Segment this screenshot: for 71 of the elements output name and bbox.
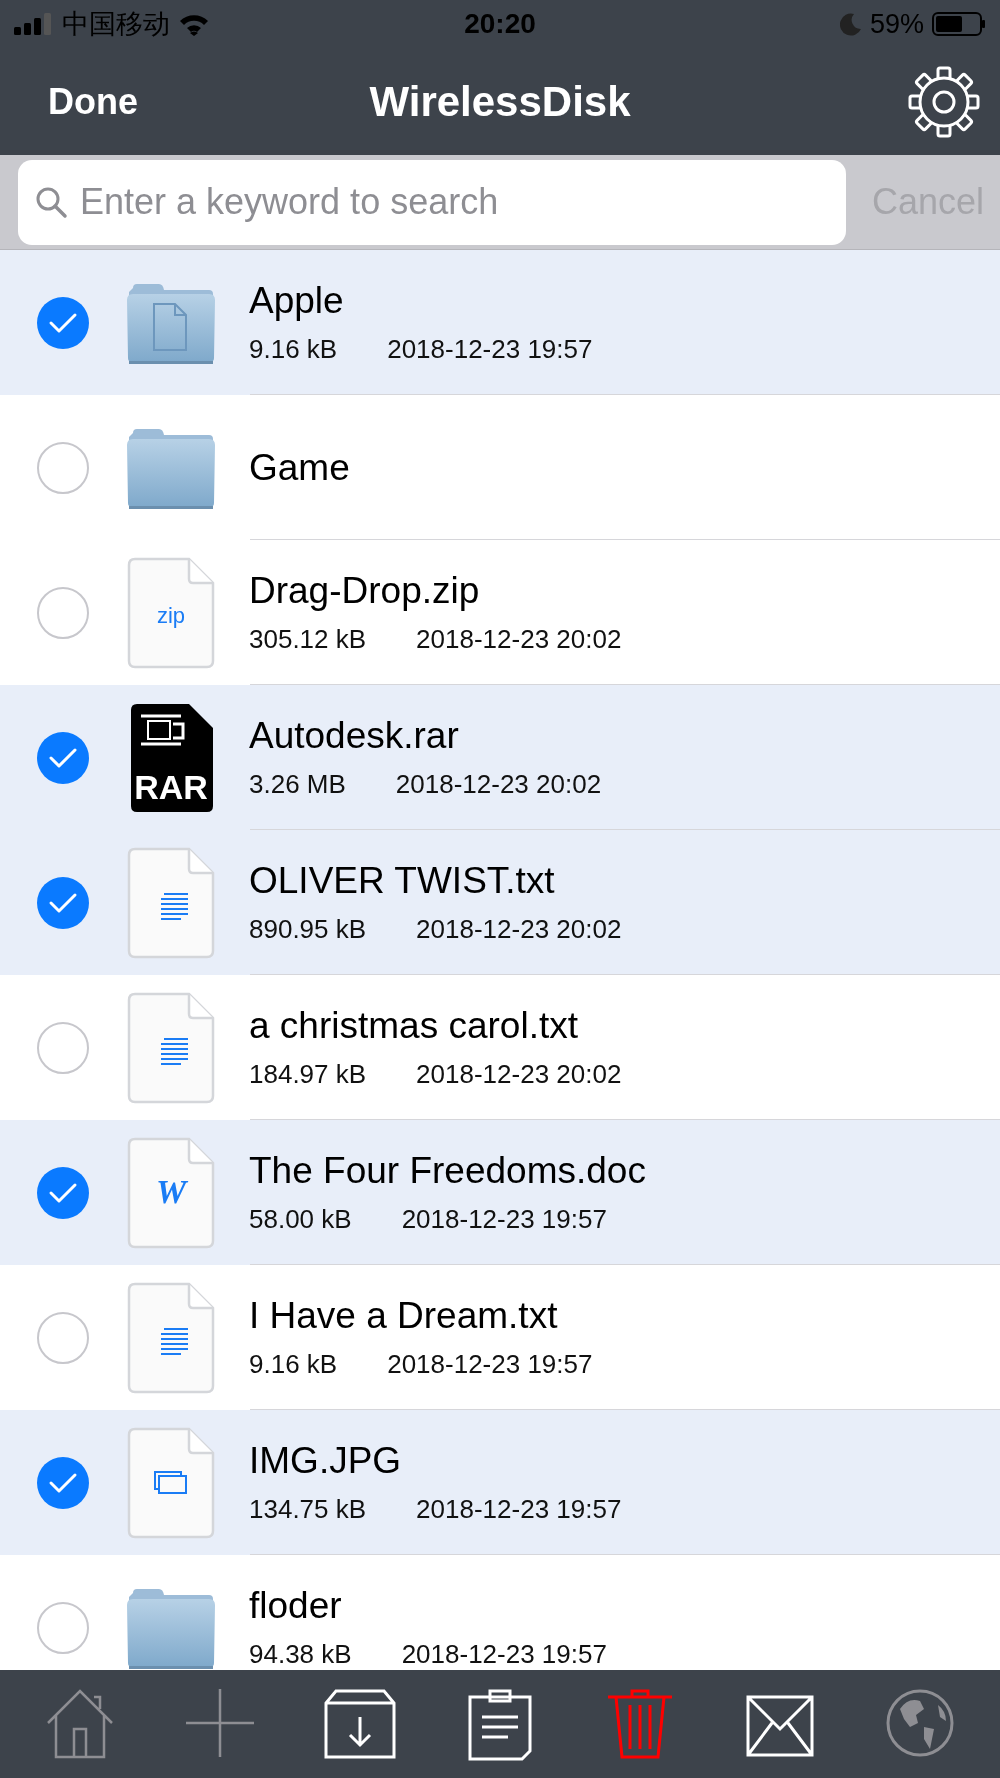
file-date: 2018-12-23 19:57	[387, 1349, 593, 1380]
file-name: The Four Freedoms.doc	[249, 1150, 646, 1192]
file-date: 2018-12-23 19:57	[387, 334, 593, 365]
file-size: 58.00 kB	[249, 1204, 352, 1235]
file-size: 890.95 kB	[249, 914, 367, 945]
file-date: 2018-12-23 19:57	[416, 1494, 622, 1525]
file-row[interactable]: W The Four Freedoms.doc 58.00 kB 2018-12-23 19:57	[0, 1120, 1000, 1265]
folder-icon	[125, 1586, 217, 1669]
file-date: 2018-12-23 20:02	[416, 914, 622, 945]
text-document-icon	[127, 1281, 215, 1394]
text-document-icon	[127, 846, 215, 959]
file-name: Game	[249, 446, 350, 489]
file-name: floder	[249, 1585, 343, 1627]
file-row[interactable]: Game	[0, 395, 1000, 540]
file-row[interactable]: a christmas carol.txt 184.97 kB 2018-12-23 20:02	[0, 975, 1000, 1120]
wifi-icon	[178, 12, 210, 36]
file-size: 9.16 kB	[249, 334, 338, 365]
file-name: OLIVER TWIST.txt	[249, 860, 556, 902]
select-checkbox[interactable]	[37, 876, 89, 929]
moon-icon	[839, 12, 862, 36]
battery-icon	[932, 11, 986, 37]
select-checkbox[interactable]	[37, 441, 89, 494]
file-name: Autodesk.rar	[249, 715, 460, 757]
file-name: a christmas carol.txt	[249, 1005, 579, 1047]
image-file-icon	[127, 1426, 215, 1539]
zip-file-icon	[127, 556, 215, 669]
search-field[interactable]: Enter a keyword to search	[18, 159, 846, 245]
file-size: 9.16 kB	[249, 1349, 338, 1380]
file-row[interactable]: I Have a Dream.txt 9.16 kB 2018-12-23 19:57	[0, 1265, 1000, 1410]
download-icon	[324, 1687, 396, 1761]
file-name: Apple	[249, 280, 345, 322]
file-date: 2018-12-23 20:02	[416, 624, 622, 655]
carrier-name: 中国移动	[62, 8, 170, 41]
select-checkbox[interactable]	[37, 1166, 89, 1219]
file-row[interactable]: RAR Autodesk.rar 3.26 MB 2018-12-23 20:02	[0, 685, 1000, 830]
file-row[interactable]: Apple 9.16 kB 2018-12-23 19:57	[0, 250, 1000, 395]
signal-icon	[14, 13, 54, 35]
select-checkbox[interactable]	[37, 731, 89, 784]
file-size: 134.75 kB	[249, 1494, 367, 1525]
file-size: 3.26 MB	[249, 769, 346, 800]
select-checkbox[interactable]	[37, 1456, 89, 1509]
file-name: Drag-Drop.zip	[249, 570, 481, 612]
text-document-icon	[127, 991, 215, 1104]
file-row[interactable]: OLIVER TWIST.txt 890.95 kB 2018-12-23 20:02	[0, 830, 1000, 975]
folder-icon	[125, 426, 217, 509]
file-size: 184.97 kB	[249, 1059, 367, 1090]
file-name: IMG.JPG	[249, 1440, 403, 1482]
file-type-label: W	[154, 1172, 189, 1211]
file-date: 2018-12-23 19:57	[401, 1204, 607, 1235]
file-date: 2018-12-23 20:02	[416, 1059, 622, 1090]
file-row[interactable]: IMG.JPG 134.75 kB 2018-12-23 19:57	[0, 1410, 1000, 1555]
select-checkbox[interactable]	[37, 1601, 89, 1654]
select-checkbox[interactable]	[37, 1021, 89, 1074]
file-size: 94.38 kB	[249, 1639, 352, 1670]
file-row[interactable]: zip Drag-Drop.zip 305.12 kB 2018-12-23 20:02	[0, 540, 1000, 685]
settings-icon[interactable]	[908, 65, 980, 138]
app-title: WirelessDisk	[369, 77, 631, 125]
file-type-label: RAR	[133, 767, 209, 807]
word-document-icon	[127, 1136, 215, 1249]
status-time: 20:20	[464, 8, 536, 40]
file-date: 2018-12-23 20:02	[395, 769, 602, 800]
file-date: 2018-12-23 19:57	[401, 1639, 607, 1670]
file-size: 305.12 kB	[249, 624, 367, 655]
file-name: I Have a Dream.txt	[249, 1295, 559, 1337]
select-checkbox[interactable]	[37, 296, 89, 349]
select-checkbox[interactable]	[37, 1311, 89, 1364]
select-checkbox[interactable]	[37, 586, 89, 639]
folder-document-icon	[125, 281, 217, 364]
done-button[interactable]: Done	[48, 80, 138, 123]
battery-percent: 59%	[869, 8, 924, 40]
file-type-label: zip	[155, 602, 187, 629]
